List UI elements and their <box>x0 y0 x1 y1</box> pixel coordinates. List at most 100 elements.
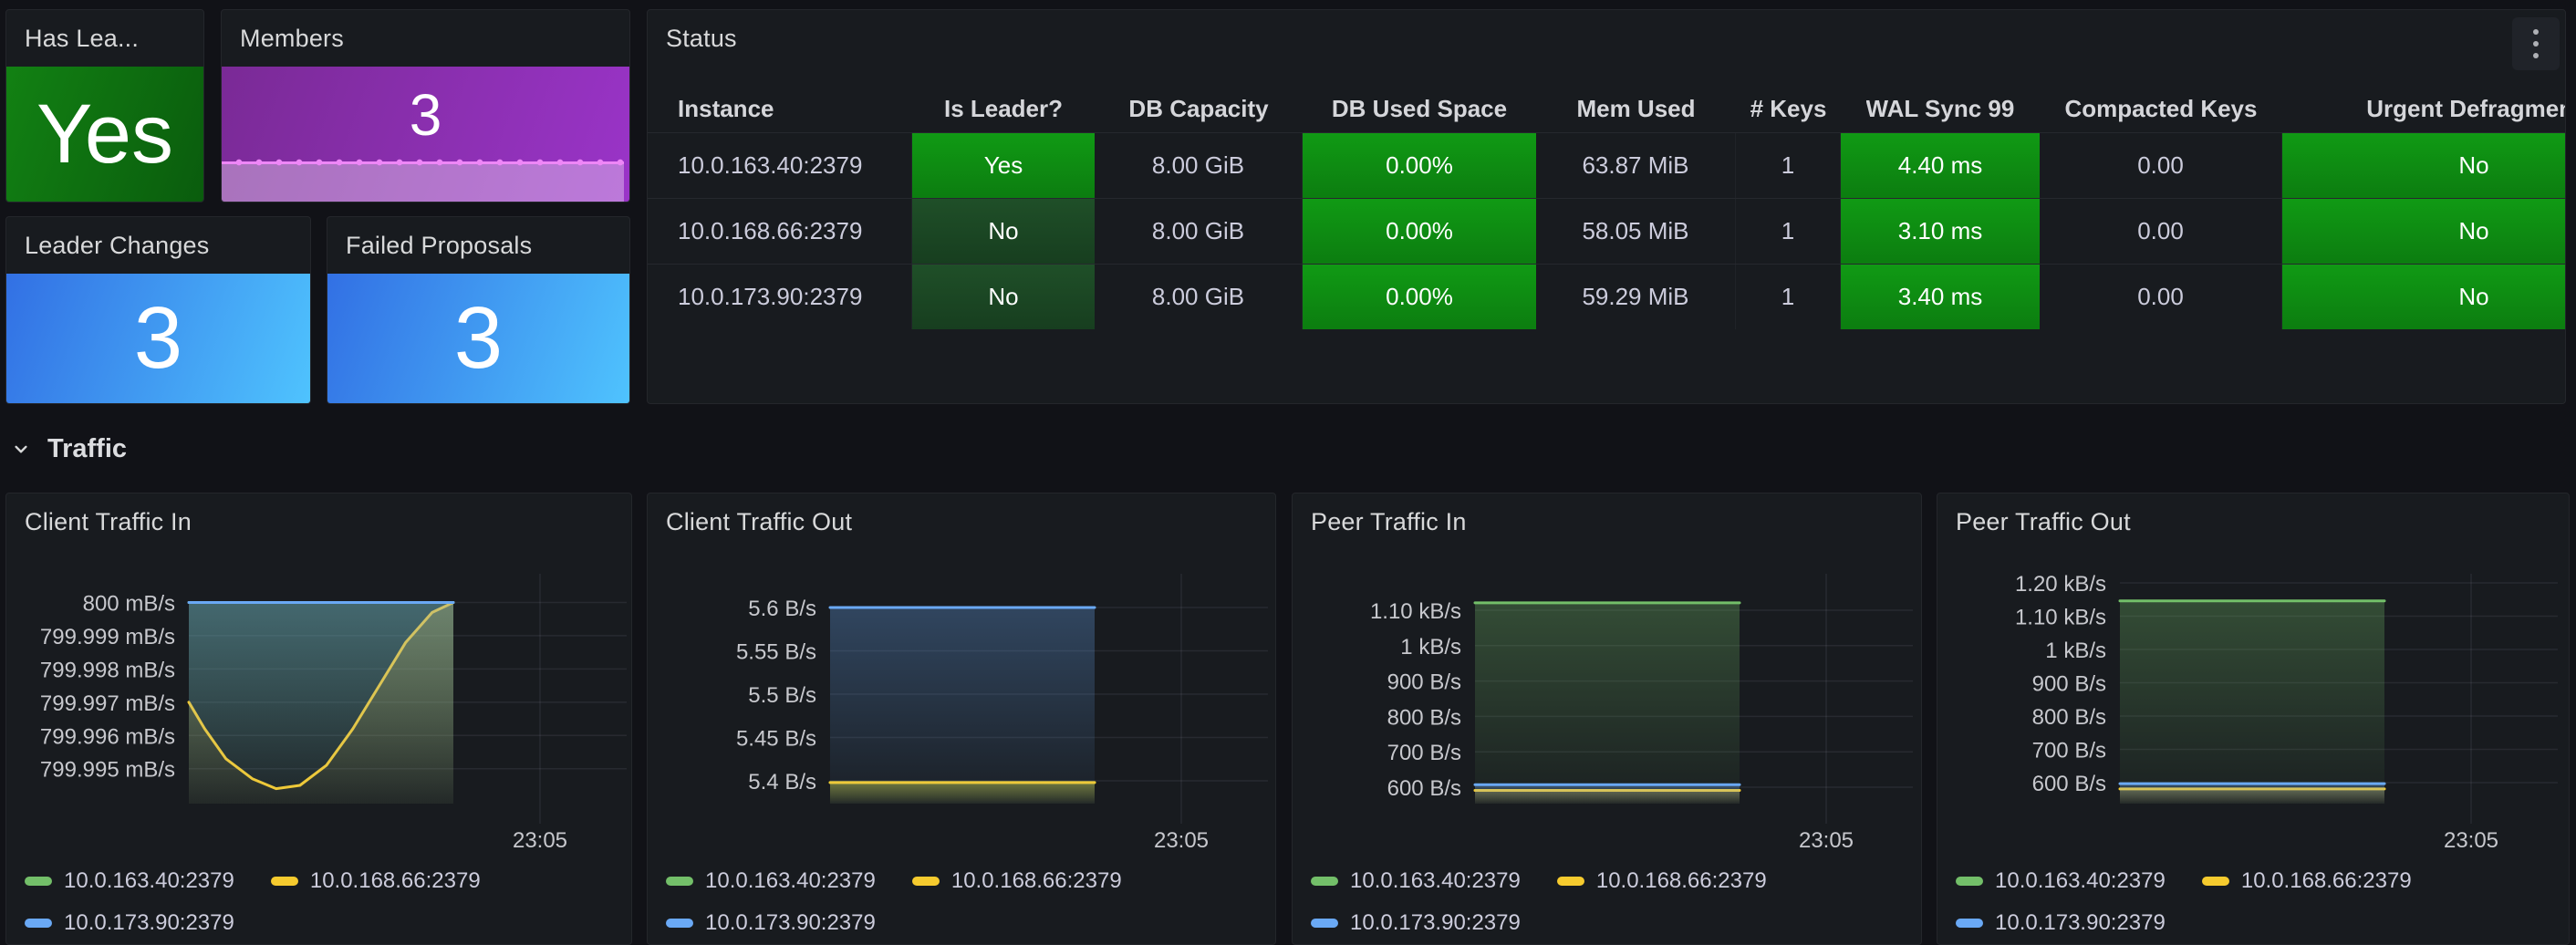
panel-title[interactable]: Has Lea... <box>25 25 139 53</box>
table-header-cell[interactable]: Mem Used <box>1536 85 1736 132</box>
legend-item[interactable]: 10.0.173.90:2379 <box>25 910 234 936</box>
panel-title[interactable]: Leader Changes <box>25 232 209 260</box>
table-cell: 0.00 <box>2040 265 2282 329</box>
series-area <box>189 603 453 805</box>
table-cell: 0.00% <box>1303 265 1536 329</box>
table-cell: 0.00% <box>1303 199 1536 264</box>
panel-title[interactable]: Failed Proposals <box>346 232 532 260</box>
panel-title[interactable]: Peer Traffic In <box>1311 508 1467 536</box>
table-cell: 8.00 GiB <box>1095 133 1303 198</box>
table-header-cell[interactable]: Urgent Defragment <box>2282 85 2566 132</box>
table-header-cell[interactable]: Instance <box>648 85 912 132</box>
legend-item[interactable]: 10.0.173.90:2379 <box>1311 910 1521 936</box>
panel-leader-changes: Leader Changes 3 <box>5 216 311 404</box>
stat-value: Yes <box>36 92 173 176</box>
y-tick-label: 799.996 mB/s <box>40 724 175 749</box>
legend-series-label: 10.0.168.66:2379 <box>951 868 1122 894</box>
table-header-cell[interactable]: DB Capacity <box>1095 85 1303 132</box>
legend-series-label: 10.0.163.40:2379 <box>705 868 876 894</box>
legend-item[interactable]: 10.0.168.66:2379 <box>1557 868 1767 894</box>
legend-row: 10.0.173.90:2379 <box>666 902 1268 944</box>
legend-item[interactable]: 10.0.168.66:2379 <box>912 868 1122 894</box>
panel-title[interactable]: Status <box>666 25 737 53</box>
legend-row: 10.0.173.90:2379 <box>25 902 624 944</box>
legend-series-label: 10.0.168.66:2379 <box>1596 868 1767 894</box>
series-area <box>2120 784 2384 804</box>
legend-series-label: 10.0.168.66:2379 <box>2241 868 2412 894</box>
table-header-cell[interactable]: DB Used Space <box>1303 85 1536 132</box>
y-tick-label: 600 B/s <box>2032 772 2106 796</box>
panel-title[interactable]: Client Traffic In <box>25 508 192 536</box>
chart-legend: 10.0.163.40:2379 10.0.168.66:2379 10.0.173… <box>25 860 624 944</box>
y-tick-label: 799.999 mB/s <box>40 625 175 649</box>
legend-item[interactable]: 10.0.173.90:2379 <box>666 910 876 936</box>
table-cell: 59.29 MiB <box>1536 265 1736 329</box>
y-tick-label: 1 kB/s <box>2045 639 2106 663</box>
y-tick-label: 1 kB/s <box>1400 635 1461 659</box>
table-cell: No <box>2282 265 2566 329</box>
y-tick-label: 900 B/s <box>1387 670 1461 695</box>
legend-series-label: 10.0.168.66:2379 <box>310 868 481 894</box>
legend-series-label: 10.0.173.90:2379 <box>705 910 876 936</box>
legend-series-swatch <box>1956 877 1983 886</box>
table-cell: 10.0.163.40:2379 <box>648 133 912 198</box>
legend-series-label: 10.0.163.40:2379 <box>64 868 234 894</box>
legend-item[interactable]: 10.0.163.40:2379 <box>666 868 876 894</box>
y-tick-label: 1.10 kB/s <box>1370 599 1461 624</box>
legend-series-swatch <box>1311 919 1338 928</box>
legend-series-swatch <box>912 877 940 886</box>
stat-value: 3 <box>454 295 503 382</box>
y-tick-label: 800 mB/s <box>83 591 175 616</box>
legend-series-swatch <box>666 877 693 886</box>
row-header-traffic[interactable]: Traffic <box>9 429 127 469</box>
table-cell: 10.0.173.90:2379 <box>648 265 912 329</box>
panel-title[interactable]: Members <box>240 25 344 53</box>
y-tick-label: 1.10 kB/s <box>2015 606 2106 630</box>
table-cell: 3.40 ms <box>1841 265 2040 329</box>
table-cell: 58.05 MiB <box>1536 199 1736 264</box>
legend-item[interactable]: 10.0.163.40:2379 <box>1956 868 2166 894</box>
panel-title[interactable]: Client Traffic Out <box>666 508 852 536</box>
legend-item[interactable]: 10.0.173.90:2379 <box>1956 910 2166 936</box>
table-cell: Yes <box>912 133 1095 198</box>
table-cell: 1 <box>1736 133 1841 198</box>
series-area <box>1475 603 1740 804</box>
stat-sparkline <box>222 161 624 202</box>
legend-item[interactable]: 10.0.168.66:2379 <box>271 868 481 894</box>
legend-item[interactable]: 10.0.163.40:2379 <box>1311 868 1521 894</box>
panel-peer-traffic-in: 1.10 kB/s1 kB/s900 B/s800 B/s700 B/s600 … <box>1292 493 1922 945</box>
panel-status: Status InstanceIs Leader?DB CapacityDB U… <box>647 9 2566 404</box>
table-header-cell[interactable]: Compacted Keys <box>2040 85 2282 132</box>
kebab-menu-icon[interactable] <box>2512 17 2560 70</box>
y-tick-label: 1.20 kB/s <box>2015 572 2106 597</box>
legend-row: 10.0.163.40:2379 10.0.168.66:2379 <box>1956 860 2561 902</box>
y-tick-label: 600 B/s <box>1387 776 1461 801</box>
panel-has-leader: Has Lea... Yes <box>5 9 204 202</box>
table-cell: 63.87 MiB <box>1536 133 1736 198</box>
legend-series-label: 10.0.173.90:2379 <box>64 910 234 936</box>
table-cell: 1 <box>1736 265 1841 329</box>
legend-series-swatch <box>1557 877 1584 886</box>
table-header-cell[interactable]: # Keys <box>1736 85 1841 132</box>
y-tick-label: 799.998 mB/s <box>40 658 175 682</box>
stat-background: 3 <box>222 67 629 202</box>
series-area <box>1475 784 1740 804</box>
panel-title[interactable]: Peer Traffic Out <box>1956 508 2131 536</box>
y-tick-label: 5.6 B/s <box>748 597 816 621</box>
y-tick-label: 5.55 B/s <box>736 640 816 665</box>
y-tick-label: 800 B/s <box>2032 705 2106 730</box>
legend-series-swatch <box>1311 877 1338 886</box>
status-table: InstanceIs Leader?DB CapacityDB Used Spa… <box>648 85 2566 329</box>
legend-series-swatch <box>2202 877 2229 886</box>
legend-row: 10.0.163.40:2379 10.0.168.66:2379 <box>25 860 624 902</box>
legend-item[interactable]: 10.0.163.40:2379 <box>25 868 234 894</box>
x-tick-label: 23:05 <box>513 828 567 853</box>
legend-series-swatch <box>1956 919 1983 928</box>
y-tick-label: 700 B/s <box>2032 739 2106 763</box>
table-header-cell[interactable]: WAL Sync 99p <box>1841 85 2040 132</box>
legend-item[interactable]: 10.0.168.66:2379 <box>2202 868 2412 894</box>
legend-row: 10.0.163.40:2379 10.0.168.66:2379 <box>666 860 1268 902</box>
table-header-cell[interactable]: Is Leader? <box>912 85 1095 132</box>
legend-series-swatch <box>271 877 298 886</box>
x-tick-label: 23:05 <box>2444 828 2498 853</box>
